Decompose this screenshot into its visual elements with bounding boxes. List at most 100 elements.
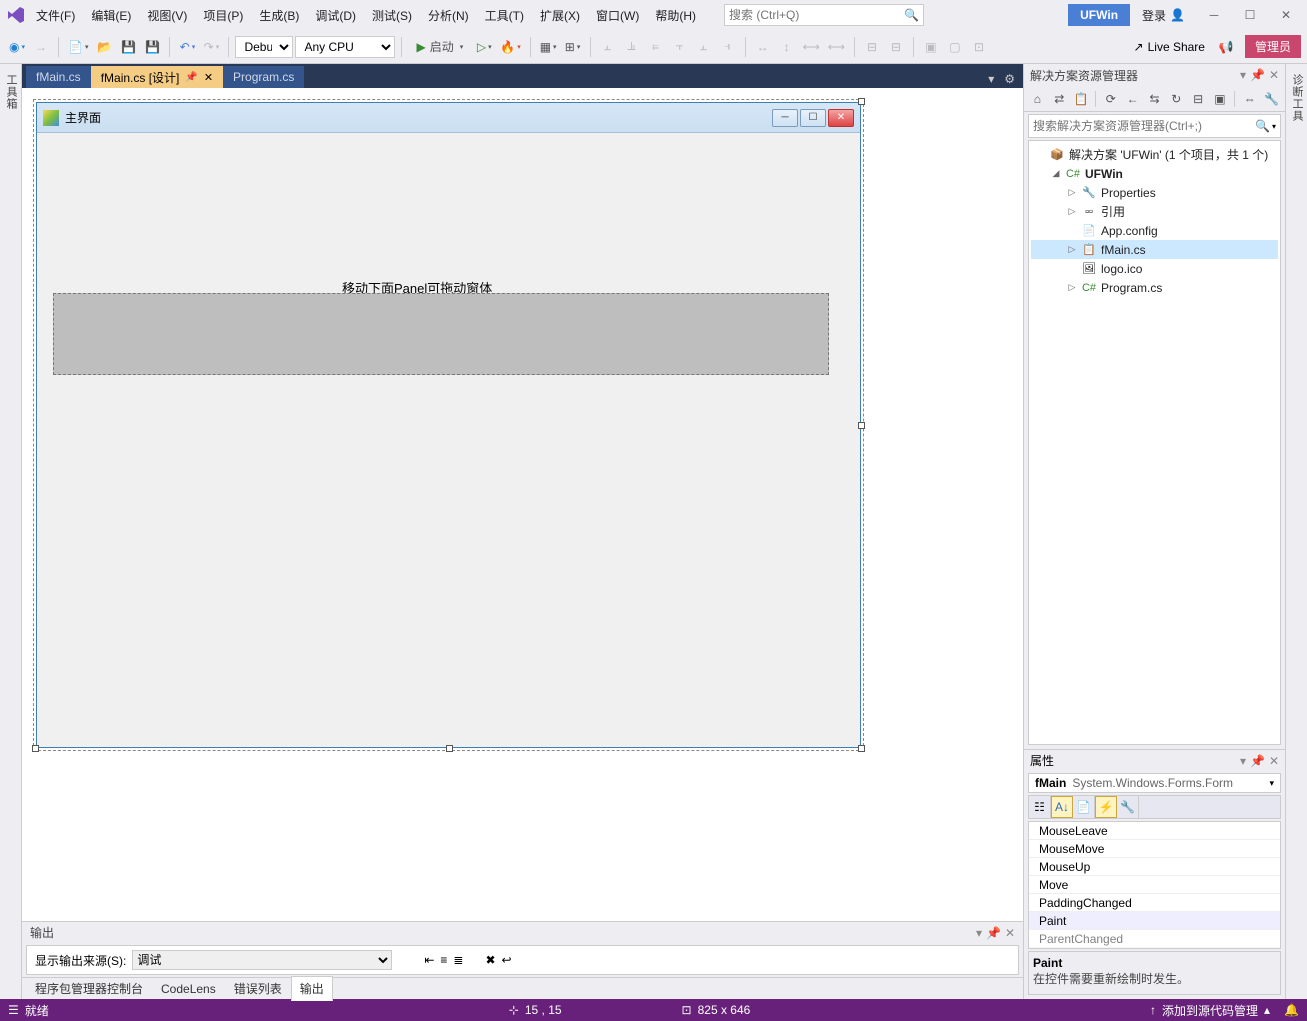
new-item-button[interactable]: 📄▾ — [65, 35, 91, 59]
tree-appconfig[interactable]: 📄App.config — [1031, 221, 1278, 240]
start-without-debug-button[interactable]: ▷▾ — [473, 35, 495, 59]
tree-references[interactable]: ▷▫▫引用 — [1031, 202, 1278, 221]
undo-button[interactable]: ↶▾ — [176, 35, 198, 59]
view-code-icon[interactable]: ⇔ — [1240, 89, 1259, 109]
menu-view[interactable]: 视图(V) — [139, 3, 195, 28]
event-mousemove[interactable]: MouseMove — [1029, 840, 1280, 858]
solution-tree[interactable]: 📦解决方案 'UFWin' (1 个项目，共 1 个) ◢C#UFWin ▷🔧P… — [1028, 140, 1281, 745]
event-parentchanged[interactable]: ParentChanged — [1029, 930, 1280, 948]
solution-search[interactable]: 🔍▾ — [1028, 114, 1281, 138]
nav-back-button[interactable]: ◉▾ — [6, 35, 28, 59]
property-pages-icon[interactable]: 🔧 — [1117, 796, 1139, 818]
panel-dropdown-icon[interactable]: ▾ — [1240, 754, 1246, 768]
form-preview[interactable]: 主界面 ─ ☐ ✕ 移动下面Panel可拖动窗体 — [36, 102, 861, 748]
panel-dropdown-icon[interactable]: ▾ — [1240, 68, 1246, 82]
show-all-icon[interactable]: ▣ — [1211, 89, 1230, 109]
menu-project[interactable]: 项目(P) — [195, 3, 251, 28]
output-header[interactable]: 输出 ▾ 📌 ✕ — [22, 922, 1023, 943]
properties-grid[interactable]: MouseLeave MouseMove MouseUp Move Paddin… — [1028, 821, 1281, 949]
tab-fmain-code[interactable]: fMain.cs — [26, 66, 91, 88]
diagnostics-tab[interactable]: 诊断工具 — [1287, 68, 1307, 999]
btab-codelens[interactable]: CodeLens — [152, 978, 225, 1000]
switch-views-icon[interactable]: ⇄ — [1050, 89, 1069, 109]
event-mouseleave[interactable]: MouseLeave — [1029, 822, 1280, 840]
properties-icon[interactable]: 📄 — [1073, 796, 1095, 818]
menu-tools[interactable]: 工具(T) — [477, 3, 532, 28]
datasources-tab[interactable]: 数据源 — [0, 68, 1, 999]
sync-icon[interactable]: ⟳ — [1101, 89, 1120, 109]
chevron-down-icon[interactable]: ▾ — [1269, 778, 1274, 789]
resize-handle-ne[interactable] — [858, 98, 865, 105]
menu-extensions[interactable]: 扩展(X) — [532, 3, 588, 28]
designer-surface[interactable]: 主界面 ─ ☐ ✕ 移动下面Panel可拖动窗体 — [22, 88, 1023, 921]
feedback-button[interactable]: 📢 — [1215, 35, 1237, 59]
panel-pin-icon[interactable]: 📌 — [1250, 754, 1265, 768]
panel-close-icon[interactable]: ✕ — [1269, 754, 1279, 768]
tree-logo-ico[interactable]: 🖼logo.ico — [1031, 259, 1278, 278]
btab-pkgmgr[interactable]: 程序包管理器控制台 — [26, 976, 152, 1001]
panel-pin-icon[interactable]: 📌 — [1250, 68, 1265, 82]
close-tab-icon[interactable]: ✕ — [204, 71, 213, 84]
properties-object-selector[interactable]: fMain System.Windows.Forms.Form ▾ — [1028, 773, 1281, 793]
minimize-button[interactable]: ─ — [1197, 3, 1231, 27]
collapse-fwd-icon[interactable]: ⇆ — [1145, 89, 1164, 109]
menu-edit[interactable]: 编辑(E) — [83, 3, 139, 28]
pending-changes-icon[interactable]: 📋 — [1072, 89, 1091, 109]
menu-analyze[interactable]: 分析(N) — [420, 3, 477, 28]
close-button[interactable]: ✕ — [1269, 3, 1303, 27]
tab-fmain-design[interactable]: fMain.cs [设计]📌✕ — [91, 66, 223, 88]
pin-icon[interactable]: 📌 — [185, 72, 197, 83]
toolbox-tab[interactable]: 工具箱 — [1, 68, 21, 999]
start-button[interactable]: ▶启动▾ — [408, 35, 471, 59]
notifications-icon[interactable]: 🔔 — [1284, 1003, 1299, 1017]
tab-dropdown-icon[interactable]: ▾ — [984, 70, 998, 88]
categorized-icon[interactable]: ☷ — [1029, 796, 1051, 818]
properties-header[interactable]: 属性 ▾📌✕ — [1024, 750, 1285, 771]
hot-reload-button[interactable]: 🔥▾ — [497, 35, 523, 59]
tree-properties[interactable]: ▷🔧Properties — [1031, 183, 1278, 202]
login-button[interactable]: 登录👤 — [1132, 3, 1195, 28]
collapse-all-icon[interactable]: ⊟ — [1189, 89, 1208, 109]
resize-handle-sw[interactable] — [32, 745, 39, 752]
search-input[interactable] — [729, 8, 904, 22]
resize-handle-se[interactable] — [858, 745, 865, 752]
panel-close-icon[interactable]: ✕ — [1005, 926, 1015, 940]
maximize-button[interactable]: ☐ — [1233, 3, 1267, 27]
events-icon[interactable]: ⚡ — [1095, 796, 1117, 818]
tree-solution-root[interactable]: 📦解决方案 'UFWin' (1 个项目，共 1 个) — [1031, 145, 1278, 164]
layout-snap-button[interactable]: ⊞▾ — [562, 35, 584, 59]
event-paddingchanged[interactable]: PaddingChanged — [1029, 894, 1280, 912]
panel-pin-icon[interactable]: 📌 — [986, 926, 1001, 940]
home-icon[interactable]: ⌂ — [1028, 89, 1047, 109]
output-clear-icon[interactable]: ✖ — [485, 953, 495, 967]
menu-debug[interactable]: 调试(D) — [307, 3, 364, 28]
open-button[interactable]: 📂 — [93, 35, 115, 59]
event-paint[interactable]: Paint — [1029, 912, 1280, 930]
btab-errorlist[interactable]: 错误列表 — [225, 976, 291, 1001]
properties-icon[interactable]: 🔧 — [1262, 89, 1281, 109]
alphabetical-icon[interactable]: A↓ — [1051, 796, 1073, 818]
tree-fmain-cs[interactable]: ▷📋fMain.cs — [1031, 240, 1278, 259]
save-button[interactable]: 💾 — [117, 35, 139, 59]
collapse-back-icon[interactable]: ← — [1123, 89, 1142, 109]
menu-build[interactable]: 生成(B) — [251, 3, 307, 28]
output-source-select[interactable]: 调试 — [132, 950, 392, 970]
chevron-down-icon[interactable]: ▾ — [1272, 122, 1276, 131]
layout-grid-button[interactable]: ▦▾ — [537, 35, 560, 59]
save-all-button[interactable]: 💾 — [141, 35, 163, 59]
form-body[interactable]: 移动下面Panel可拖动窗体 — [37, 133, 860, 747]
config-dropdown[interactable]: Debug — [235, 36, 293, 58]
platform-dropdown[interactable]: Any CPU — [295, 36, 395, 58]
sb-source-control[interactable]: ↑ 添加到源代码管理 ▴ — [1150, 1002, 1270, 1019]
tab-program[interactable]: Program.cs — [223, 66, 304, 88]
resize-handle-e[interactable] — [858, 422, 865, 429]
resize-handle-s[interactable] — [446, 745, 453, 752]
event-mouseup[interactable]: MouseUp — [1029, 858, 1280, 876]
tree-project[interactable]: ◢C#UFWin — [1031, 164, 1278, 183]
refresh-icon[interactable]: ↻ — [1167, 89, 1186, 109]
solution-explorer-header[interactable]: 解决方案资源管理器 ▾📌✕ — [1024, 64, 1285, 86]
menu-help[interactable]: 帮助(H) — [647, 3, 704, 28]
event-move[interactable]: Move — [1029, 876, 1280, 894]
tab-settings-icon[interactable]: ⚙ — [1000, 70, 1019, 88]
live-share-button[interactable]: ↗Live Share — [1126, 40, 1213, 54]
